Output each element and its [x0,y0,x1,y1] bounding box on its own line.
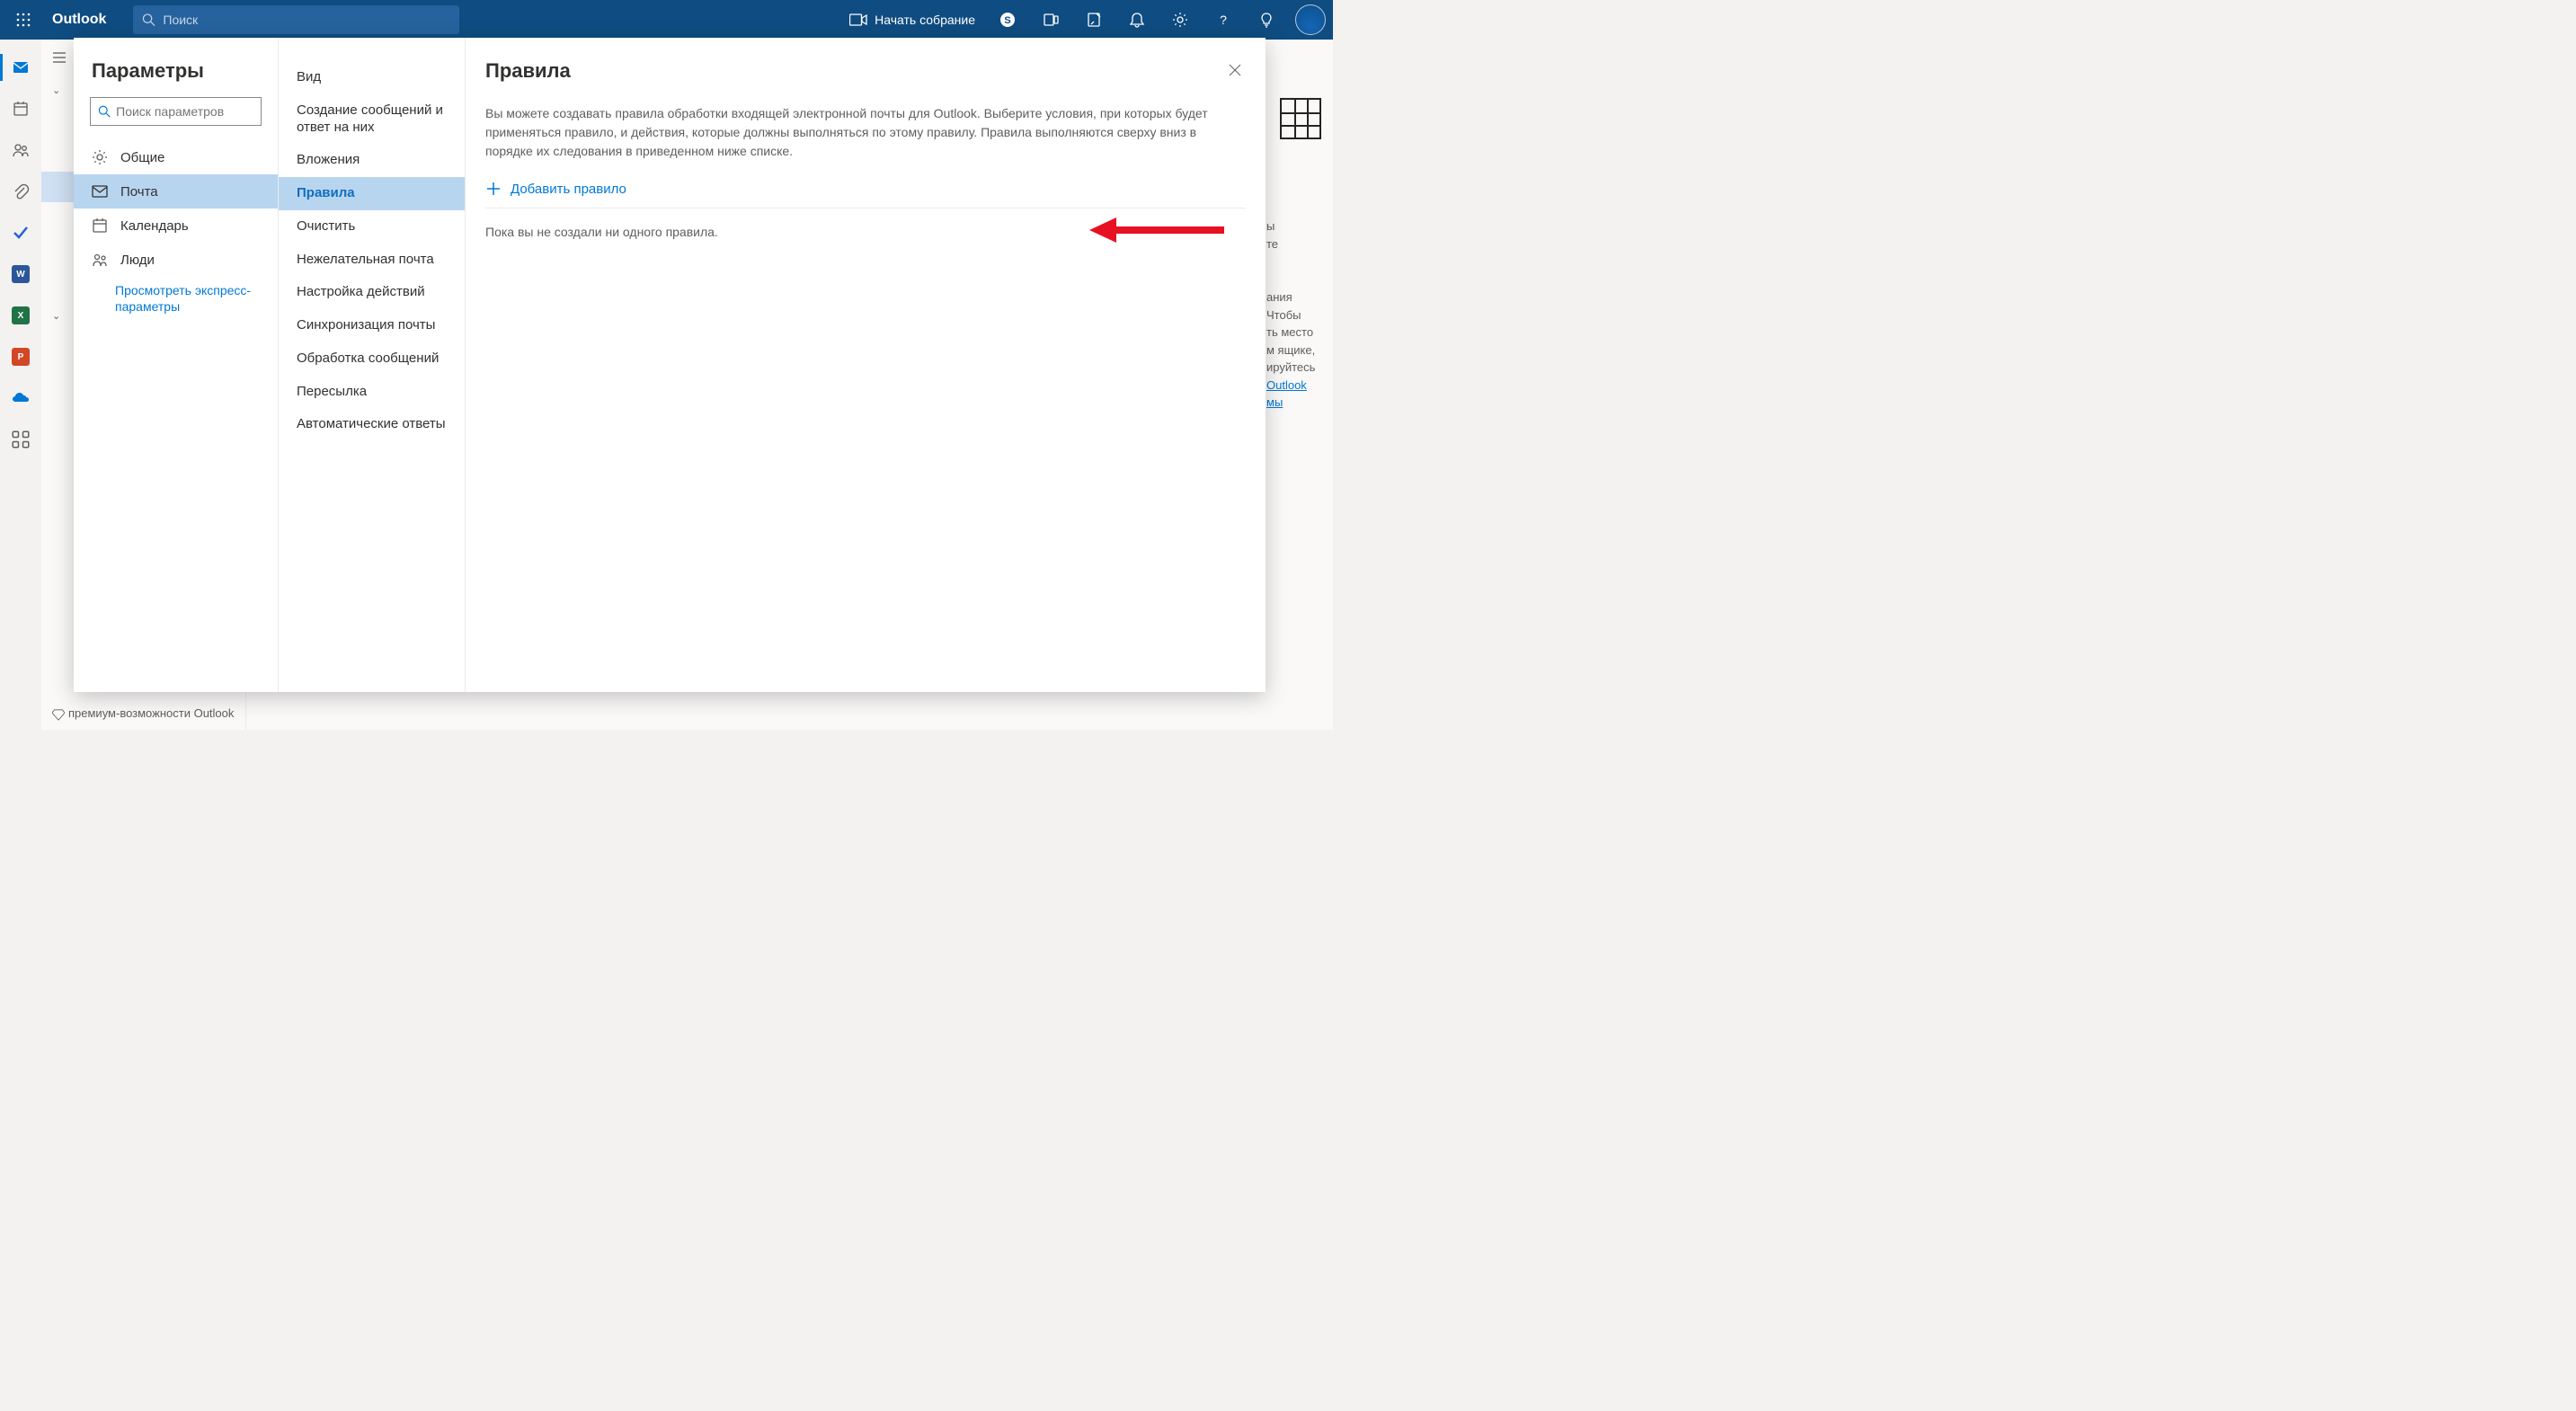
lightbulb-icon [1258,12,1275,28]
app-name: Outlook [52,12,106,28]
background-right-text: ы те ания Чтобы ть место м ящике, ируйте… [1266,102,1333,412]
search-icon [142,13,155,27]
rail-more-apps[interactable] [0,419,41,460]
sub-item-autoreply[interactable]: Автоматические ответы [279,408,465,441]
notes-button[interactable] [1074,0,1114,40]
notes-icon [1086,12,1102,28]
mail-icon [12,58,30,76]
gear-icon [92,149,108,165]
sub-item-junk[interactable]: Нежелательная почта [279,244,465,277]
close-button[interactable] [1221,56,1249,84]
account-avatar[interactable] [1295,4,1326,35]
search-bar[interactable] [133,5,459,34]
premium-text: премиум-возможности Outlook [68,706,234,720]
rail-people[interactable] [0,129,41,171]
category-calendar[interactable]: Календарь [74,209,278,243]
bell-icon [1129,12,1145,28]
settings-modal: Параметры Общие Почта Календарь Люди Про… [74,38,1266,692]
rail-files[interactable] [0,171,41,212]
settings-button[interactable] [1160,0,1200,40]
close-icon [1229,64,1241,76]
video-icon [849,13,867,26]
category-label: Почта [120,184,158,200]
settings-search[interactable] [90,97,262,126]
settings-search-input[interactable] [116,104,253,119]
people-icon [12,141,30,159]
add-rule-button[interactable]: Добавить правило [485,177,1246,209]
rail-mail[interactable] [0,47,41,88]
sub-item-compose[interactable]: Создание сообщений и ответ на них [279,94,465,145]
premium-promo[interactable]: премиум-возможности Outlook [52,706,234,721]
diamond-icon [52,708,65,721]
search-icon [98,104,111,119]
left-rail: W X P [0,40,41,730]
search-input[interactable] [163,13,450,27]
svg-text:?: ? [1220,13,1227,27]
start-meeting-button[interactable]: Начать собрание [840,13,984,27]
skype-button[interactable]: S [988,0,1027,40]
teams-button[interactable] [1031,0,1070,40]
sub-item-forwarding[interactable]: Пересылка [279,376,465,409]
category-label: Общие [120,150,164,165]
my-link[interactable]: мы [1266,394,1333,412]
svg-text:S: S [1004,15,1010,26]
attachment-icon [12,182,30,200]
rail-powerpoint[interactable]: P [0,336,41,377]
sub-item-attachments[interactable]: Вложения [279,144,465,177]
sub-item-customize-actions[interactable]: Настройка действий [279,276,465,309]
apps-grid-icon [12,430,30,448]
excel-icon: X [12,306,30,324]
teams-icon [1043,12,1059,28]
help-icon: ? [1215,12,1231,28]
sub-item-sweep[interactable]: Очистить [279,210,465,244]
category-mail[interactable]: Почта [74,174,278,209]
settings-title: Параметры [74,54,278,97]
help-button[interactable]: ? [1204,0,1243,40]
calendar-icon [12,100,30,118]
powerpoint-icon: P [12,348,30,366]
calendar-icon [92,217,108,234]
empty-state-text: Пока вы не создали ни одного правила. [485,225,1246,239]
notifications-button[interactable] [1117,0,1157,40]
skype-icon: S [999,12,1016,28]
gear-icon [1172,12,1188,28]
outlook-link[interactable]: Outlook [1266,377,1333,395]
category-label: Календарь [120,218,189,234]
app-launcher-button[interactable] [4,0,43,40]
hamburger-button[interactable] [41,40,77,75]
rail-excel[interactable]: X [0,295,41,336]
sub-item-rules[interactable]: Правила [279,177,465,210]
word-icon: W [12,265,30,283]
people-icon [92,252,108,268]
rail-word[interactable]: W [0,253,41,295]
category-label: Люди [120,253,155,268]
rail-calendar[interactable] [0,88,41,129]
start-meeting-label: Начать собрание [875,13,975,27]
category-people[interactable]: Люди [74,243,278,277]
panel-description: Вы можете создавать правила обработки вх… [485,104,1222,161]
settings-panel: Правила Вы можете создавать правила обра… [466,38,1266,692]
plus-icon [485,181,502,197]
quick-settings-link[interactable]: Просмотреть экспресс-параметры [74,277,278,315]
settings-subcategories: Вид Создание сообщений и ответ на них Вл… [279,38,466,692]
onedrive-icon [12,389,30,407]
sub-item-message-handling[interactable]: Обработка сообщений [279,342,465,376]
settings-categories: Параметры Общие Почта Календарь Люди Про… [74,38,279,692]
mail-icon [92,183,108,200]
panel-title: Правила [485,59,1246,83]
tips-button[interactable] [1247,0,1286,40]
rail-onedrive[interactable] [0,377,41,419]
sub-item-layout[interactable]: Вид [279,61,465,94]
add-rule-label: Добавить правило [511,182,626,197]
sub-item-sync[interactable]: Синхронизация почты [279,309,465,342]
category-general[interactable]: Общие [74,140,278,174]
todo-icon [12,224,30,242]
rail-todo[interactable] [0,212,41,253]
header-bar: Outlook Начать собрание S ? [0,0,1333,40]
